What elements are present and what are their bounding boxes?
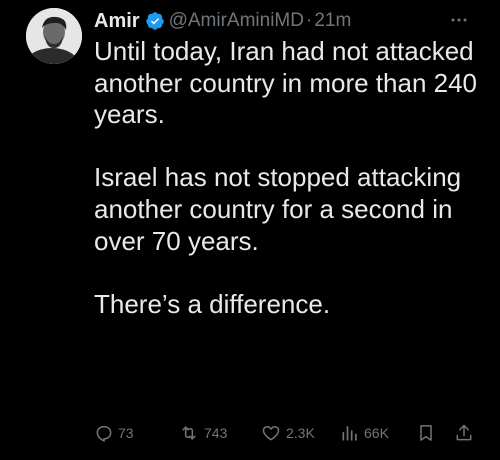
reply-count: 73 xyxy=(118,425,134,441)
verified-badge-icon xyxy=(145,11,165,31)
tweet-header: Amir @AmirAminiMD · 21m xyxy=(94,8,486,34)
retweet-count: 743 xyxy=(204,425,228,441)
reply-button[interactable]: 73 xyxy=(94,422,134,444)
author-name[interactable]: Amir xyxy=(94,10,140,33)
bookmark-icon xyxy=(416,423,436,443)
retweet-button[interactable]: 743 xyxy=(178,422,227,444)
analytics-icon xyxy=(340,423,360,443)
tweet-paragraph: Until today, Iran had not attacked anoth… xyxy=(94,36,478,130)
avatar-image xyxy=(26,8,82,64)
bookmark-button[interactable] xyxy=(416,422,436,444)
author-handle[interactable]: @AmirAminiMD xyxy=(169,10,304,32)
retweet-icon xyxy=(178,423,200,443)
share-icon xyxy=(454,423,474,443)
tweet-paragraph: There’s a difference. xyxy=(94,288,331,319)
separator-dot: · xyxy=(305,10,313,31)
views-count: 66K xyxy=(364,425,389,441)
like-button[interactable]: 2.3K xyxy=(260,422,315,444)
action-bar: 73 743 2.3K 66K xyxy=(94,422,486,444)
tweet-text: Until today, Iran had not attacked anoth… xyxy=(94,36,484,320)
tweet[interactable]: Amir @AmirAminiMD · 21m Until today, Ira… xyxy=(0,0,500,460)
avatar[interactable] xyxy=(26,8,82,64)
tweet-paragraph: Israel has not stopped attacking another… xyxy=(94,162,462,256)
more-options-icon[interactable] xyxy=(448,10,470,30)
reply-icon xyxy=(94,423,114,443)
timestamp[interactable]: 21m xyxy=(314,10,351,32)
like-count: 2.3K xyxy=(286,425,315,441)
views-button[interactable]: 66K xyxy=(340,422,389,444)
share-button[interactable] xyxy=(454,422,474,444)
heart-icon xyxy=(260,423,282,443)
